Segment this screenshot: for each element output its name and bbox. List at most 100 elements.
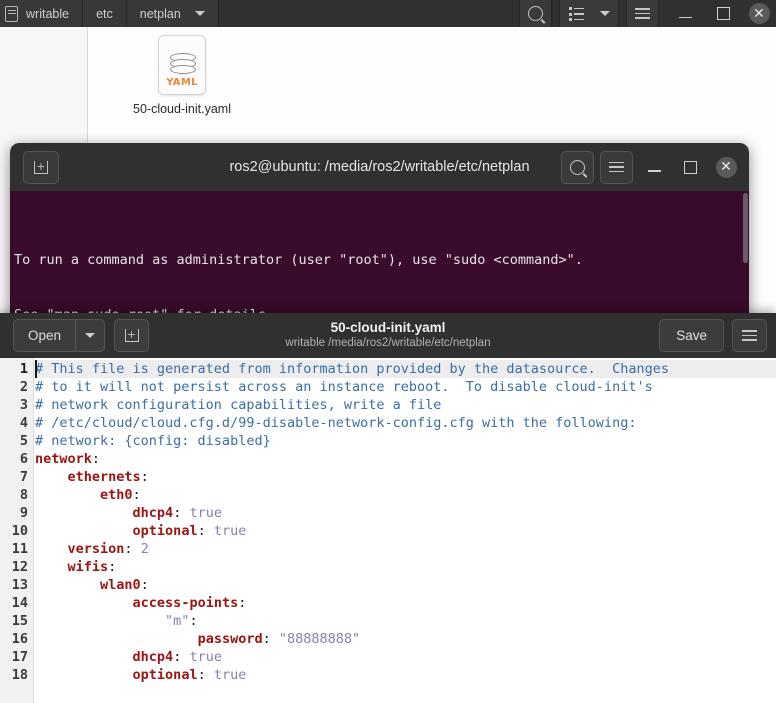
breadcrumb-label: etc [96,6,113,21]
chevron-down-icon[interactable] [194,11,205,16]
view-options-dropdown[interactable] [592,0,619,27]
code-token: : [124,541,141,557]
line-number: 6 [19,451,28,467]
terminal-minimize-button[interactable] [639,152,669,183]
terminal-menu-button[interactable] [600,150,633,184]
open-dropdown-button[interactable] [76,320,104,351]
gedit-menu-button[interactable] [732,319,767,352]
minimize-icon [647,170,661,172]
close-glyph: ✕ [753,5,765,22]
database-icon [170,53,196,74]
chevron-down-icon [85,333,96,338]
breadcrumb-item-etc[interactable]: etc [83,0,127,27]
save-button[interactable]: Save [659,319,724,352]
file-name-label: 50-cloud-init.yaml [133,102,231,116]
code-token: wifis [67,559,109,575]
terminal-output[interactable]: To run a command as administrator (user … [10,191,749,318]
new-document-button[interactable]: + [114,319,150,352]
new-tab-glyph: + [36,159,46,173]
code-token: access-points [132,595,239,611]
search-button[interactable] [519,0,552,27]
open-button[interactable]: Open [14,320,77,351]
gedit-subtitle: writable /media/ros2/writable/etc/netpla… [285,337,491,349]
line-number: 13 [11,577,28,593]
line-number: 12 [11,559,28,575]
code-line: # network configuration capabilities, wr… [34,396,776,414]
code-line: # to it will not persist across an insta… [34,378,776,396]
code-token: optional [132,667,198,683]
file-type-label: YAML [166,77,198,88]
code-token: : [173,505,190,521]
code-token: # This file is generated from informatio… [35,361,669,377]
code-token: : [197,523,214,539]
code-line: ethernets: [34,468,776,486]
code-token: : [140,577,149,593]
chevron-down-icon [600,11,610,16]
screen: writable etc netplan ✕ YAML 50-cloud-ini… [0,0,776,703]
code-token: password [197,631,263,647]
maximize-button[interactable] [704,0,742,27]
new-document-icon: + [124,329,139,342]
code-line: optional: true [34,666,776,684]
code-token: # network configuration capabilities, wr… [35,397,442,413]
code-token: wlan0 [100,577,141,593]
code-line: # This file is generated from informatio… [34,360,776,378]
maximize-icon [716,7,730,20]
maximize-icon [683,160,697,174]
code-token: : [91,451,101,467]
view-mode-button[interactable] [559,0,592,27]
close-glyph: ✕ [720,159,732,175]
line-number: 7 [19,469,28,485]
terminal-maximize-button[interactable] [675,152,705,183]
new-tab-icon: + [34,159,48,174]
new-tab-button[interactable]: + [23,150,59,184]
gedit-headerbar: Open + 50-cloud-init.yaml writable /medi… [0,313,776,358]
line-number: 17 [11,649,28,665]
line-number: 14 [11,595,28,611]
code-text-area[interactable]: # This file is generated from informatio… [34,358,776,703]
code-token: : [197,667,214,683]
minimize-icon [678,16,692,19]
line-number: 18 [11,667,28,683]
list-view-icon [568,7,584,21]
terminal-search-button[interactable] [561,150,594,184]
gedit-title: 50-cloud-init.yaml [330,320,446,335]
main-menu-button[interactable] [626,0,659,27]
file-manager-window-controls: ✕ [519,0,776,27]
code-token: ethernets [67,469,141,485]
line-number: 5 [19,433,28,449]
code-token: version [67,541,125,557]
code-token: eth0 [100,487,133,503]
line-number: 1 [19,361,28,377]
gedit-editor[interactable]: 1 2 3 4 5 6 7 8 9 10 11 12 13 14 15 16 17 18 # This file … [0,358,776,703]
code-token: # network: {config: disabled} [35,433,271,449]
file-manager-headerbar: writable etc netplan ✕ [0,0,776,28]
terminal-window-controls: ✕ [561,143,741,191]
code-token: "88888888" [278,631,361,647]
minimize-button[interactable] [666,0,704,27]
code-token: # to it will not persist across an insta… [35,379,653,395]
terminal-line-text: To run a command as administrator (user … [14,251,583,268]
code-line: dhcp4: true [34,504,776,522]
breadcrumb-item-writable[interactable]: writable [0,0,84,27]
hamburger-menu-icon [742,330,757,341]
code-token: 2 [140,541,149,557]
terminal-scrollbar[interactable] [743,193,748,263]
file-item-50-cloud-init-yaml[interactable]: YAML 50-cloud-init.yaml [128,35,236,118]
close-button[interactable]: ✕ [742,0,776,27]
close-icon: ✕ [748,3,770,24]
terminal-headerbar: + ros2@ubuntu: /media/ros2/writable/etc/… [10,143,749,191]
terminal-close-button[interactable]: ✕ [711,152,741,183]
open-button-group: Open [13,319,106,352]
text-caret [35,360,37,378]
code-token: : [132,487,141,503]
breadcrumb-label: netplan [139,6,181,21]
breadcrumb-item-netplan[interactable]: netplan [126,0,219,27]
